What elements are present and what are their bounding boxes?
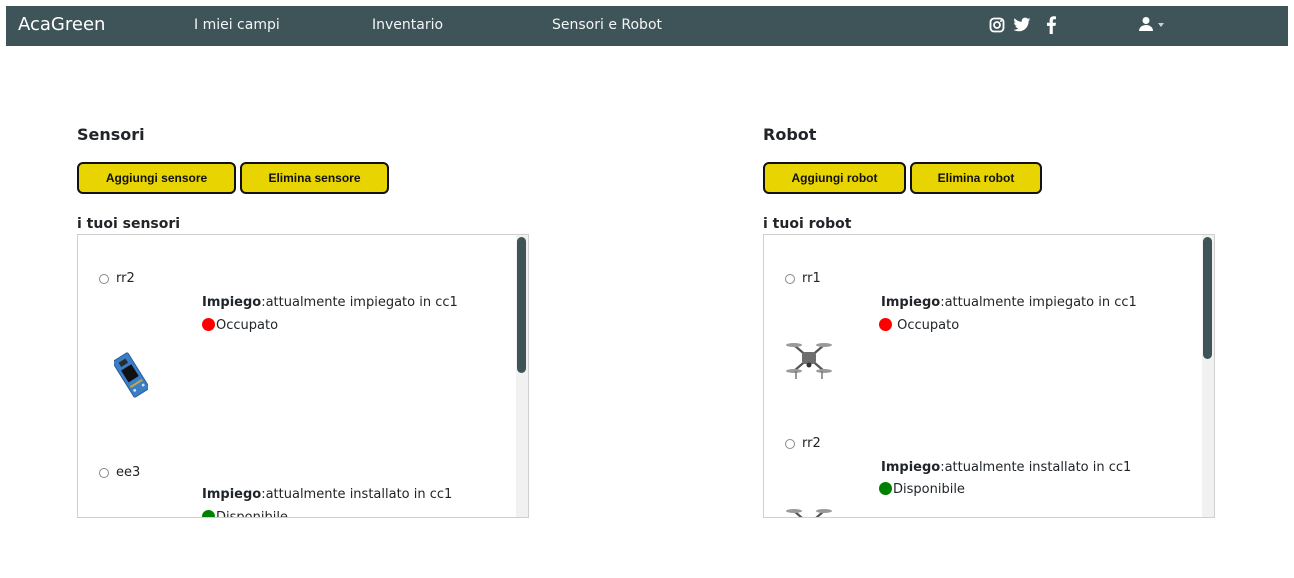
delete-sensor-button[interactable]: Elimina sensore: [240, 162, 389, 194]
instagram-icon[interactable]: [988, 16, 1006, 34]
status-dot-busy: [879, 318, 892, 331]
robot-status: Disponibile: [879, 482, 965, 498]
usage-key: Impiego: [202, 295, 262, 310]
robot-select-radio[interactable]: [785, 439, 795, 449]
drone-image: [786, 343, 832, 379]
delete-robot-button[interactable]: Elimina robot: [910, 162, 1042, 194]
user-menu-dropdown[interactable]: [1138, 15, 1172, 35]
robot-name: rr2: [802, 436, 821, 451]
status-dot-available: [202, 510, 215, 517]
usage-key: Impiego: [202, 487, 262, 502]
robots-title: Robot: [763, 125, 817, 144]
robot-usage: Impiego:attualmente impiegato in cc1: [881, 295, 1137, 311]
sensor-usage: Impiego:attualmente impiegato in cc1: [202, 295, 458, 311]
sensors-list[interactable]: rr2 Impiego:attualmente impiegato in cc1…: [77, 234, 529, 518]
usage-text: :attualmente impiegato in cc1: [940, 295, 1137, 310]
sensor-name: ee3: [116, 465, 141, 480]
usage-key: Impiego: [881, 295, 941, 310]
robots-scrollbar-thumb[interactable]: [1203, 237, 1212, 359]
twitter-icon[interactable]: [1013, 16, 1031, 34]
chevron-down-icon: [1158, 23, 1164, 27]
sensor-usage: Impiego:attualmente installato in cc1: [202, 487, 452, 503]
sensors-title: Sensori: [77, 125, 145, 144]
usage-key: Impiego: [881, 460, 941, 475]
nav-link-sensors-robots[interactable]: Sensori e Robot: [552, 16, 662, 34]
add-sensor-button[interactable]: Aggiungi sensore: [77, 162, 236, 194]
sensors-scrollbar[interactable]: [516, 235, 528, 517]
usage-text: :attualmente installato in cc1: [940, 460, 1132, 475]
robot-usage: Impiego:attualmente installato in cc1: [881, 460, 1131, 476]
robots-list[interactable]: rr1 Impiego:attualmente impiegato in cc1…: [763, 234, 1215, 518]
sensor-status: Disponibile: [202, 510, 288, 518]
robot-name: rr1: [802, 271, 821, 286]
add-robot-button[interactable]: Aggiungi robot: [763, 162, 906, 194]
status-dot-available: [879, 482, 892, 495]
nav-link-my-fields[interactable]: I miei campi: [194, 16, 280, 34]
robots-list-label: i tuoi robot: [763, 216, 852, 232]
usage-text: :attualmente installato in cc1: [261, 487, 453, 502]
top-navbar: AcaGreen I miei campi Inventario Sensori…: [6, 6, 1288, 46]
status-text: Occupato: [216, 318, 279, 333]
facebook-icon[interactable]: [1042, 16, 1060, 34]
nav-link-inventory[interactable]: Inventario: [372, 16, 443, 34]
brand-logo[interactable]: AcaGreen: [18, 14, 105, 36]
status-text: Disponibile: [893, 482, 965, 497]
status-dot-busy: [202, 318, 215, 331]
status-text: Occupato: [893, 318, 960, 333]
sensors-list-label: i tuoi sensori: [77, 216, 181, 232]
robots-scrollbar[interactable]: [1202, 235, 1214, 517]
sensor-select-radio[interactable]: [99, 274, 109, 284]
drone-image: [786, 509, 832, 517]
robot-status: Occupato: [879, 318, 959, 334]
user-icon: [1139, 17, 1153, 31]
robot-select-radio[interactable]: [785, 274, 795, 284]
usage-text: :attualmente impiegato in cc1: [261, 295, 458, 310]
status-text: Disponibile: [216, 510, 288, 518]
sensor-status: Occupato: [202, 318, 278, 334]
sensors-scrollbar-thumb[interactable]: [517, 237, 526, 373]
sensor-name: rr2: [116, 271, 135, 286]
sensor-module-image: [114, 352, 148, 398]
sensor-select-radio[interactable]: [99, 468, 109, 478]
